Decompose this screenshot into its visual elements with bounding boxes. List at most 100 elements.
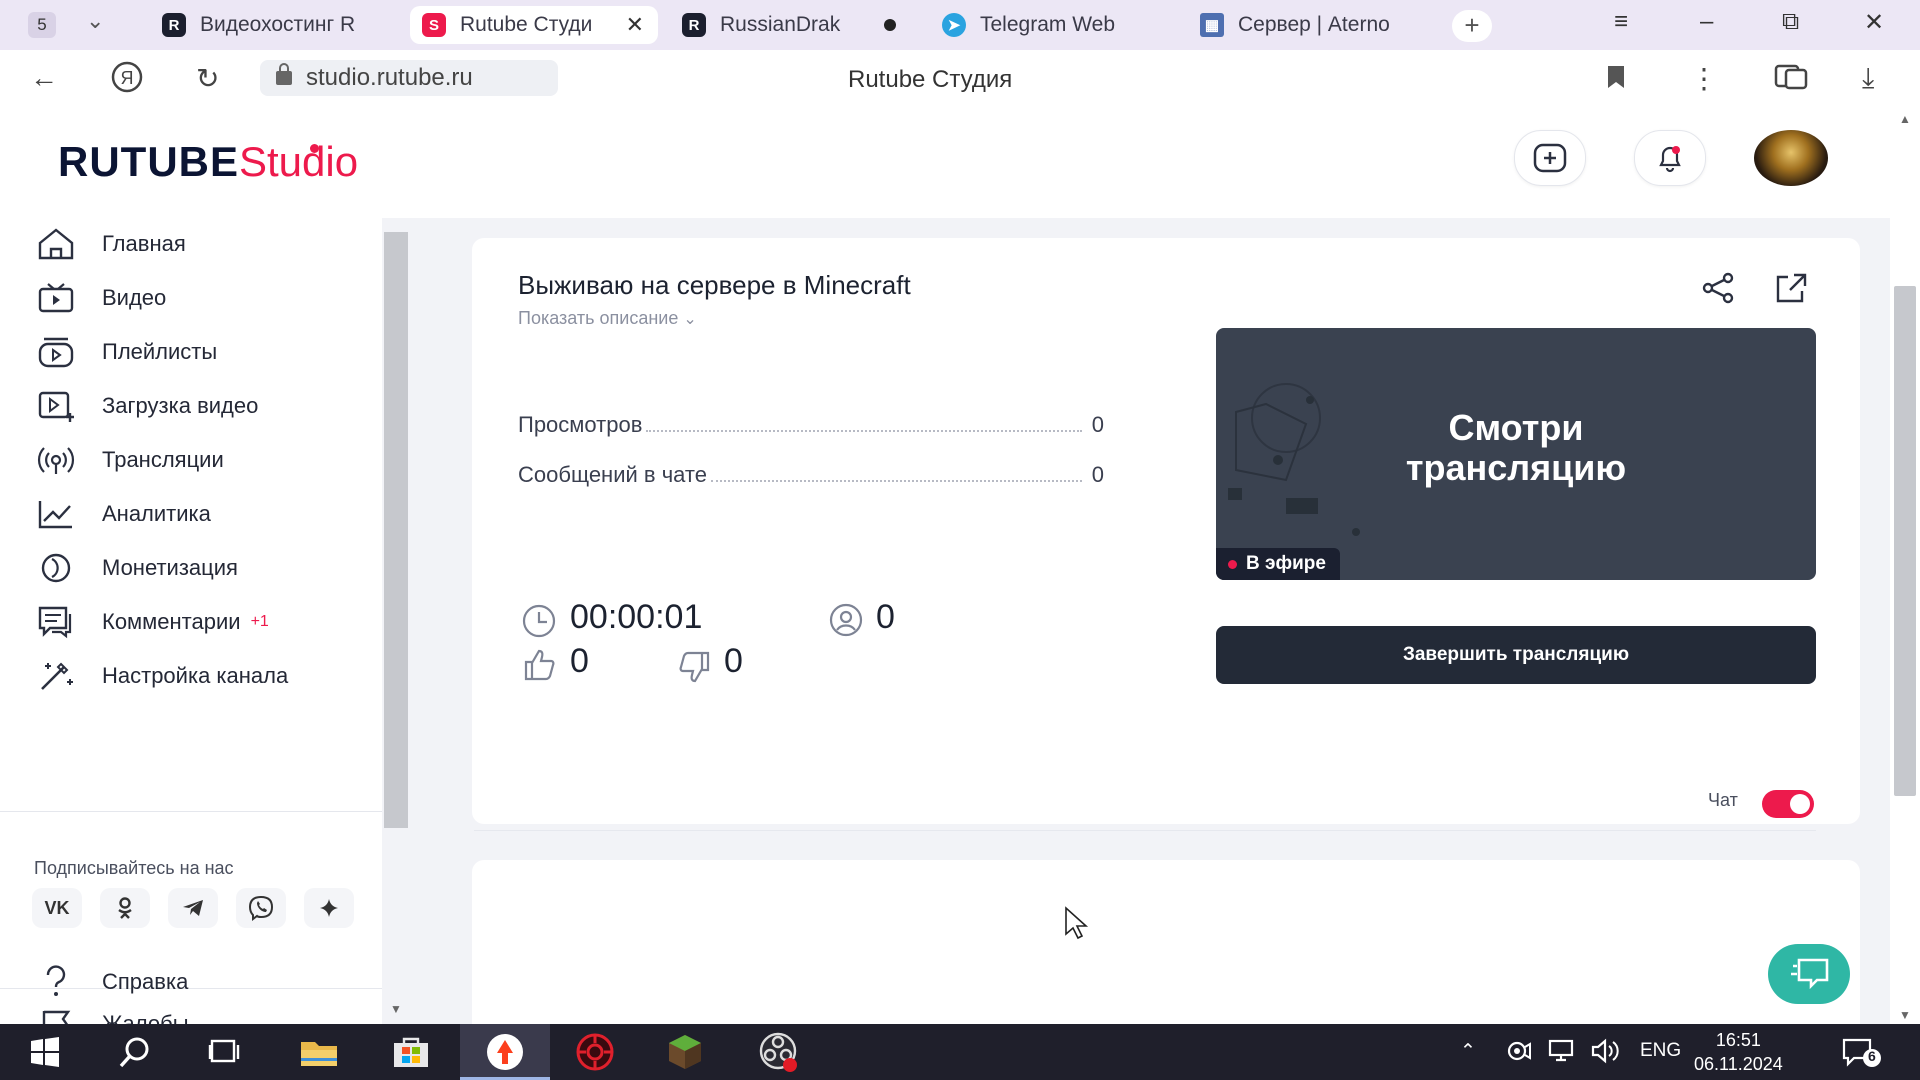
telegram-icon: ➤	[942, 13, 966, 37]
search-icon[interactable]	[100, 1024, 170, 1080]
dislikes-count: 0	[724, 642, 743, 680]
studio-header: RUTUBE Studio	[0, 108, 1890, 218]
viber-icon[interactable]	[236, 888, 286, 928]
file-explorer-icon[interactable]	[284, 1024, 354, 1080]
open-external-icon[interactable]	[1774, 272, 1808, 309]
tab-russiandrak[interactable]: R RussianDrak	[670, 6, 910, 44]
tab-rutube-studio[interactable]: S Rutube Студи ✕	[410, 6, 658, 44]
sidebar-item-channel-settings[interactable]: Настройка канала	[36, 656, 288, 696]
sidebar-item-monetization[interactable]: Монетизация	[36, 548, 238, 588]
close-window-icon[interactable]: ✕	[1864, 8, 1884, 37]
notification-count: 6	[1868, 1048, 1876, 1064]
chevron-down-icon: ⌄	[683, 311, 697, 328]
game-launcher-icon[interactable]	[560, 1024, 630, 1080]
sidebar-item-comments[interactable]: Комментарии +1	[36, 602, 269, 642]
comments-badge: +1	[250, 613, 269, 630]
sidebar-divider	[0, 811, 382, 812]
views-stat: Просмотров 0	[518, 412, 1104, 438]
like-icon	[522, 648, 558, 687]
vk-icon[interactable]: VK	[32, 888, 82, 928]
show-hidden-icons[interactable]: ⌃	[1460, 1040, 1476, 1063]
tab-videohosting[interactable]: R Видеохостинг R	[150, 6, 390, 44]
stat-label: Просмотров	[518, 412, 643, 437]
support-chat-icon	[1791, 958, 1829, 990]
sidebar-item-analytics[interactable]: Аналитика	[36, 494, 211, 534]
sidebar-item-video[interactable]: Видео	[36, 278, 166, 318]
reload-icon[interactable]: ↻	[196, 62, 219, 95]
sidebar-item-label: Комментарии	[102, 609, 241, 634]
tab-aternos[interactable]: ▦ Сервер | Aterno	[1188, 6, 1424, 44]
download-icon[interactable]: ⤓	[1862, 62, 1874, 95]
sidebar: Главная Видео Плейлисты Загрузка видео Т…	[0, 218, 382, 1039]
tab-count-button[interactable]: 5	[28, 12, 56, 38]
browser-menu-icon[interactable]: ≡	[1614, 8, 1628, 36]
sidebar-item-label: Видео	[102, 285, 167, 310]
microsoft-store-icon[interactable]	[376, 1024, 446, 1080]
meet-now-icon[interactable]	[1506, 1038, 1532, 1070]
sidebar-item-home[interactable]: Главная	[36, 224, 186, 264]
volume-icon[interactable]	[1590, 1038, 1622, 1070]
support-chat-button[interactable]	[1768, 944, 1850, 1004]
new-tab-button[interactable]: +	[1452, 10, 1492, 42]
minecraft-icon[interactable]	[650, 1024, 720, 1080]
more-options-icon[interactable]: ⋮	[1690, 62, 1718, 95]
lock-icon	[276, 63, 292, 85]
analytics-icon	[36, 496, 76, 532]
bell-icon	[1659, 146, 1681, 173]
sidebar-item-label: Монетизация	[102, 555, 238, 580]
viewers-count: 0	[876, 598, 895, 636]
address-bar: ← Я ↻ studio.rutube.ru Rutube Студия ⋮ ⤓	[0, 50, 1920, 109]
tabs-dropdown-icon[interactable]: ⌄	[86, 8, 104, 34]
language-indicator[interactable]: ENG	[1640, 1040, 1681, 1062]
notification-center-icon[interactable]: 6	[1842, 1038, 1882, 1074]
viewers-icon	[828, 602, 864, 643]
sidebar-item-label: Справка	[102, 969, 189, 994]
restore-icon[interactable]: ⧉	[1782, 8, 1799, 36]
add-content-button[interactable]	[1514, 130, 1586, 186]
show-description-link[interactable]: Показать описание ⌄	[518, 308, 697, 329]
sidebar-item-broadcasts[interactable]: Трансляции	[36, 440, 224, 480]
network-icon[interactable]	[1548, 1038, 1578, 1070]
obs-studio-icon[interactable]	[744, 1024, 814, 1080]
comments-icon	[36, 604, 76, 640]
tab-telegram-web[interactable]: ➤ Telegram Web	[930, 6, 1170, 44]
sidebar-scrollbar-thumb[interactable]	[384, 232, 408, 828]
audio-playing-icon	[884, 19, 896, 31]
clock-date: 06.11.2024	[1694, 1054, 1783, 1074]
page-title: Rutube Студия	[848, 66, 1013, 93]
task-view-icon[interactable]	[190, 1024, 260, 1080]
watch-stream-text: Смотри трансляцию	[1216, 408, 1816, 488]
rutube-studio-logo[interactable]: RUTUBE Studio	[58, 138, 358, 186]
aternos-icon: ▦	[1200, 13, 1224, 37]
ok-icon[interactable]	[100, 888, 150, 928]
telegram-icon[interactable]	[168, 888, 218, 928]
rutube-icon: R	[682, 13, 706, 37]
yandex-home-icon[interactable]: Я	[110, 60, 144, 101]
sparkle-icon[interactable]	[304, 888, 354, 928]
sidebar-item-upload[interactable]: Загрузка видео	[36, 386, 258, 426]
back-icon[interactable]: ←	[30, 62, 58, 94]
end-stream-button[interactable]: Завершить трансляцию	[1216, 626, 1816, 684]
tab-title: Сервер | Aterno	[1238, 13, 1390, 36]
url-field[interactable]: studio.rutube.ru	[260, 60, 558, 96]
reading-mode-icon[interactable]	[1774, 64, 1808, 97]
page-scrollbar-thumb[interactable]	[1894, 286, 1916, 796]
windows-start-icon[interactable]	[10, 1024, 80, 1080]
sidebar-item-playlists[interactable]: Плейлисты	[36, 332, 217, 372]
close-tab-icon[interactable]: ✕	[626, 12, 644, 38]
minimize-icon[interactable]: –	[1700, 8, 1713, 36]
notifications-button[interactable]	[1634, 130, 1706, 186]
clock-icon	[520, 602, 558, 645]
sidebar-item-help[interactable]: Справка	[36, 962, 188, 1002]
live-badge: В эфире	[1216, 548, 1340, 580]
chat-toggle[interactable]	[1762, 790, 1814, 818]
broadcast-icon	[36, 442, 76, 478]
svg-text:Я: Я	[121, 68, 134, 88]
clock[interactable]: 16:51 06.11.2024	[1694, 1028, 1783, 1076]
rutube-icon: R	[162, 13, 186, 37]
bookmark-icon[interactable]	[1606, 64, 1626, 96]
yandex-browser-icon[interactable]	[470, 1024, 540, 1080]
avatar[interactable]	[1754, 130, 1828, 186]
stream-preview[interactable]: Смотри трансляцию В эфире	[1216, 328, 1816, 580]
share-icon[interactable]	[1700, 272, 1736, 309]
